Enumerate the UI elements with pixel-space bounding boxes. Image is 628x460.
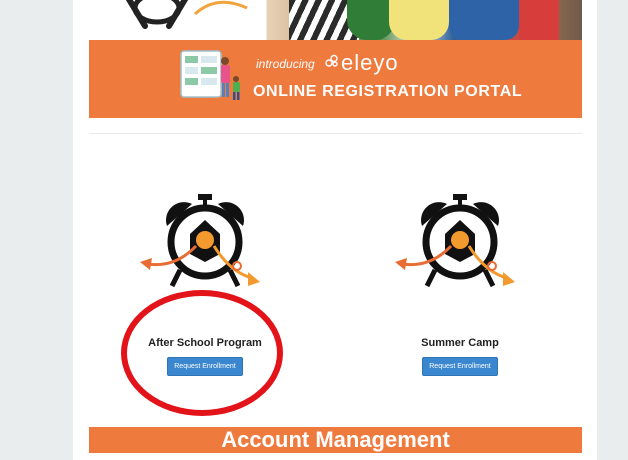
highlight-circle-annotation [121,290,283,416]
banner-photo [89,0,582,40]
program-card-summer-camp: Summer Camp Request Enrollment [385,190,535,376]
portal-illustration-icon [180,50,240,100]
section-divider [89,133,582,134]
screen-background: introducing eleyo ONLINE REGISTRATION PO… [0,0,628,460]
sketch-doodle-icon [125,0,248,29]
alarm-clock-icon [395,194,515,288]
account-management-bar: Account Management [89,427,582,453]
eleyo-brand-name: eleyo [341,50,399,75]
alarm-clock-icon [140,194,260,288]
registration-banner: introducing eleyo ONLINE REGISTRATION PO… [89,0,582,118]
request-enrollment-button[interactable]: Request Enrollment [422,357,498,376]
introducing-label: introducing [256,57,315,71]
program-title: Summer Camp [421,337,499,349]
portal-title: ONLINE REGISTRATION PORTAL [253,83,523,100]
eleyo-logo-icon [325,54,338,67]
